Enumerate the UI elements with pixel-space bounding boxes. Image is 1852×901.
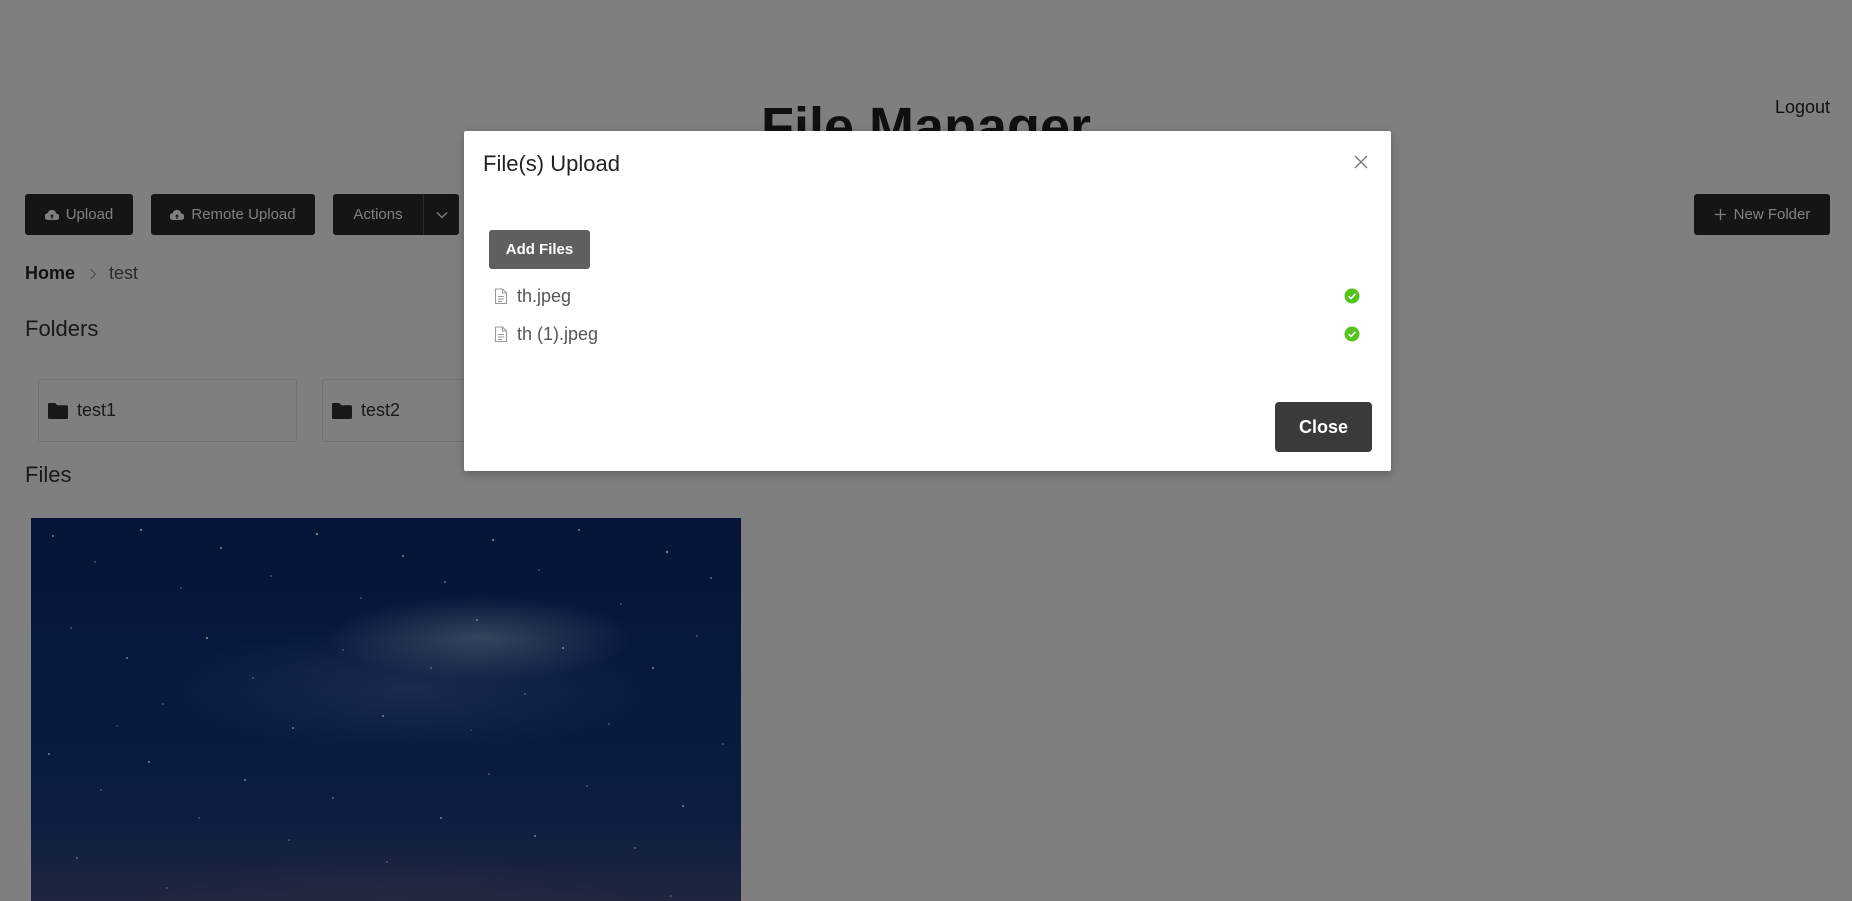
close-icon[interactable] [1351, 152, 1371, 172]
list-item: th (1).jpeg [494, 315, 1360, 353]
add-files-button[interactable]: Add Files [489, 230, 590, 269]
uploaded-file-name: th.jpeg [517, 285, 572, 306]
file-manager-page: File Manager Logout Upload Remote Upload… [0, 0, 1852, 901]
modal-title: File(s) Upload [483, 151, 620, 176]
file-icon [494, 287, 508, 305]
check-circle-icon [1344, 288, 1360, 304]
close-button[interactable]: Close [1275, 402, 1372, 452]
upload-file-list: th.jpeg th (1).jpeg [494, 277, 1360, 353]
file-icon [494, 325, 508, 343]
uploaded-file-name: th (1).jpeg [517, 323, 599, 344]
list-item: th.jpeg [494, 277, 1360, 315]
upload-modal: File(s) Upload Add Files th.jpeg th (1).… [464, 131, 1391, 471]
check-circle-icon [1344, 326, 1360, 342]
